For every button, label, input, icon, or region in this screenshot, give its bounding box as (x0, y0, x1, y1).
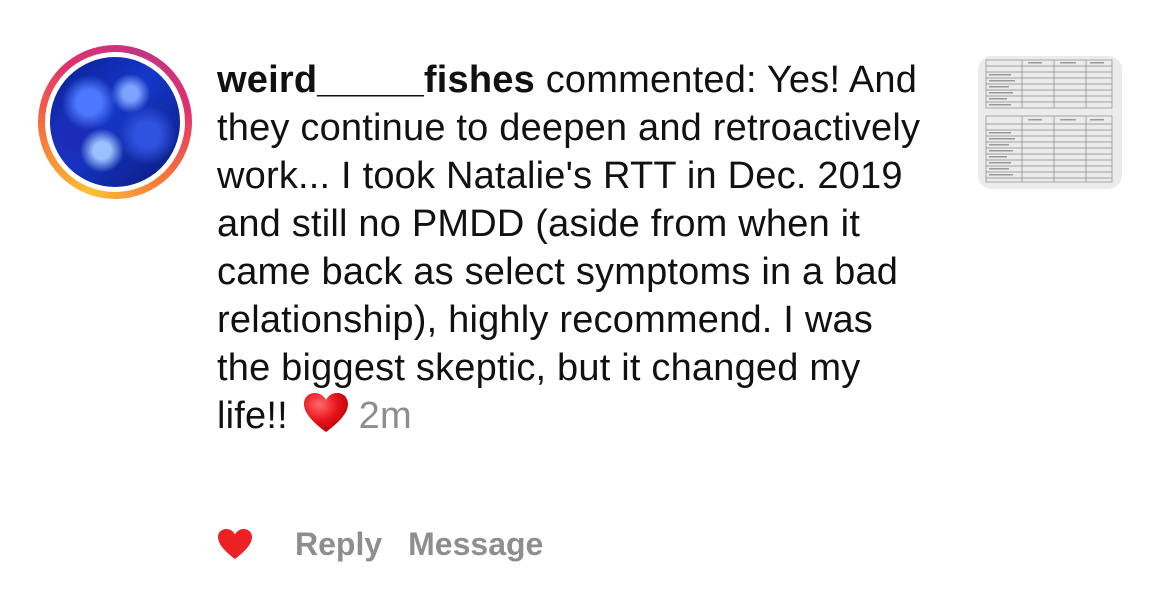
reply-button[interactable]: Reply (295, 526, 382, 563)
timestamp: 2m (358, 395, 412, 437)
story-ring[interactable] (38, 45, 192, 199)
message-button[interactable]: Message (408, 526, 543, 563)
comment-body: weird_____fishes commented: Yes! And the… (217, 56, 937, 446)
heart-filled-icon[interactable] (217, 528, 263, 560)
red-heart-emoji-icon (303, 392, 349, 446)
post-thumbnail[interactable] (978, 56, 1122, 189)
username-link[interactable]: weird_____fishes (217, 59, 535, 101)
comment-actions: Reply Message (217, 524, 543, 564)
comment-notification: weird_____fishes commented: Yes! And the… (0, 0, 1170, 601)
avatar[interactable] (50, 57, 180, 187)
comment-text: commented: Yes! And they continue to dee… (217, 59, 921, 437)
